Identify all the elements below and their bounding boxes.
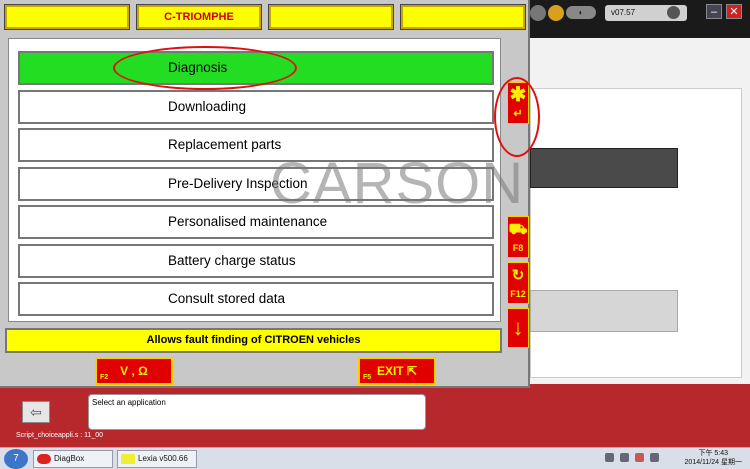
- diagbox-icon: [37, 454, 51, 464]
- car-icon: ⛟: [508, 221, 528, 238]
- close-button[interactable]: ✕: [726, 4, 742, 19]
- clock-date: 2014/11/24 星期一: [684, 459, 742, 466]
- taskbar-item-diagbox[interactable]: DiagBox: [33, 450, 113, 468]
- exit-icon: ⇱: [406, 364, 418, 378]
- menu-item-battery-charge-status[interactable]: Battery charge status: [18, 244, 494, 278]
- header-title: C-TRIOMPHE: [164, 11, 234, 23]
- header-box-left: [4, 4, 130, 30]
- arrow-left-icon: ⇦: [30, 404, 42, 420]
- f2-measure-button[interactable]: F2 V , Ω: [95, 357, 173, 385]
- status-text: Allows fault finding of CITROEN vehicles: [5, 328, 502, 353]
- back-button[interactable]: ⇦: [22, 401, 50, 423]
- application-choice-dialog: C-TRIOMPHE Diagnosis Downloading Replace…: [0, 0, 540, 388]
- diagbox-grey-button[interactable]: [530, 290, 678, 332]
- f12-button[interactable]: ↻ F12: [507, 262, 529, 304]
- diagbox-panel-inner: [530, 88, 742, 378]
- tray-volume-icon[interactable]: [650, 453, 659, 462]
- menu-item-downloading[interactable]: Downloading: [18, 90, 494, 124]
- arrow-down-icon: ↓: [512, 315, 524, 340]
- refresh-icon[interactable]: [667, 6, 680, 19]
- header-title-box: C-TRIOMPHE: [136, 4, 262, 30]
- tools-icon: ✱: [509, 84, 527, 106]
- minimize-button[interactable]: –: [706, 4, 722, 19]
- f5-exit-button[interactable]: F5 EXIT ⇱: [358, 357, 436, 385]
- windows-logo-icon: 7: [13, 453, 19, 464]
- f8-label: F8: [512, 243, 524, 253]
- f5-key-label: F5: [363, 374, 372, 381]
- header-box-4: [400, 4, 526, 30]
- message-box: Select an application: [88, 394, 426, 430]
- menu-item-diagnosis[interactable]: Diagnosis: [18, 51, 494, 85]
- lexia-icon: [121, 454, 135, 464]
- tools-button[interactable]: ✱ ↵: [507, 82, 529, 124]
- settings-icon[interactable]: [530, 5, 546, 21]
- header-box-3: [268, 4, 394, 30]
- f2-button-label: V , Ω: [120, 364, 148, 378]
- menu-item-consult-stored-data[interactable]: Consult stored data: [18, 282, 494, 316]
- taskbar-item-label: Lexia v500.66: [138, 454, 188, 463]
- f2-key-label: F2: [100, 374, 109, 381]
- f5-button-label: EXIT: [376, 364, 404, 378]
- taskbar: 7 DiagBox Lexia v500.66 下午 5:43 2014/11/…: [0, 447, 750, 469]
- f8-button[interactable]: ⛟ F8: [507, 216, 529, 258]
- menu-item-replacement-parts[interactable]: Replacement parts: [18, 128, 494, 162]
- menu-item-personalised-maintenance[interactable]: Personalised maintenance: [18, 205, 494, 239]
- reload-icon: ↻: [511, 267, 525, 284]
- status-icon: [548, 5, 564, 21]
- clock[interactable]: 下午 5:43 2014/11/24 星期一: [685, 449, 742, 467]
- script-label: Script_choiceappli.s : 11_00: [16, 432, 104, 439]
- tray-keyboard-icon[interactable]: [605, 453, 614, 462]
- tray-flag-icon[interactable]: [635, 453, 644, 462]
- clock-time: 下午 5:43: [698, 450, 729, 457]
- menu-item-pre-delivery-inspection[interactable]: Pre-Delivery Inspection: [18, 167, 494, 201]
- connection-indicator: ◐: [566, 6, 596, 19]
- f12-label: F12: [510, 289, 526, 299]
- enter-icon: ↵: [513, 108, 523, 120]
- diagbox-dark-button[interactable]: [530, 148, 678, 188]
- start-button[interactable]: 7: [4, 449, 28, 469]
- tray-network-icon[interactable]: [620, 453, 629, 462]
- taskbar-item-lexia[interactable]: Lexia v500.66: [117, 450, 197, 468]
- taskbar-item-label: DiagBox: [54, 454, 85, 463]
- scroll-down-button[interactable]: ↓: [507, 308, 529, 348]
